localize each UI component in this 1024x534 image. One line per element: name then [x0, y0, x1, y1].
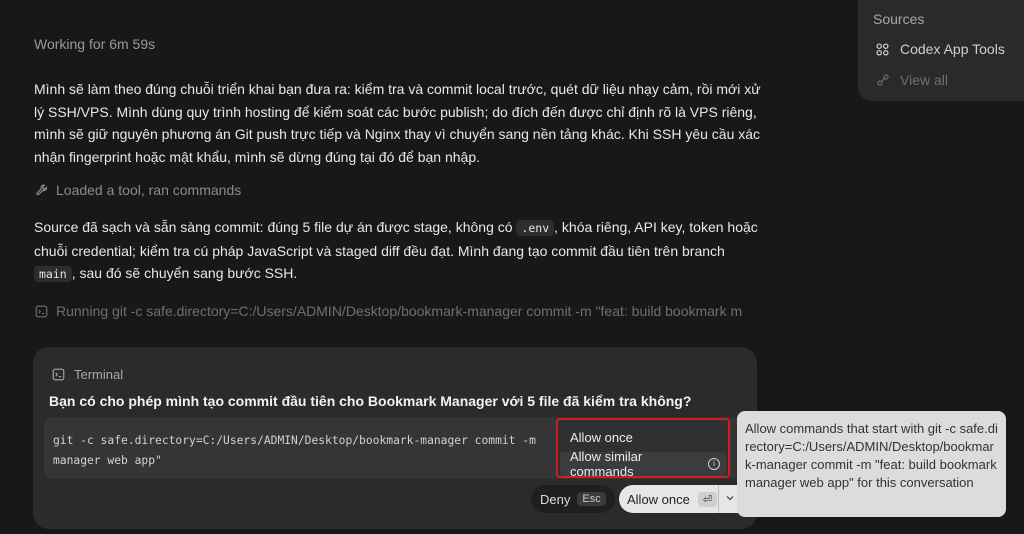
inline-code-branch: main — [34, 266, 72, 282]
menu-item-label: Allow similar commands — [570, 449, 643, 479]
info-icon[interactable]: i — [708, 458, 720, 470]
conversation-view: Working for 6m 59s Mình sẽ làm theo đúng… — [0, 0, 1024, 534]
menu-item-allow-once[interactable]: Allow once — [560, 425, 726, 449]
menu-item-label: Allow once — [570, 429, 633, 445]
allow-once-label: Allow once — [627, 491, 690, 507]
tool-activity-summary[interactable]: Loaded a tool, ran commands — [34, 182, 241, 198]
source-item-label: Codex App Tools — [900, 41, 1005, 57]
sources-title: Sources — [873, 11, 925, 27]
terminal-header: Terminal — [51, 367, 123, 382]
command-text: git -c safe.directory=C:/Users/ADMIN/Des… — [53, 434, 536, 467]
sources-panel: Sources Codex App Tools View all — [858, 0, 1024, 101]
deny-shortcut-key: Esc — [577, 492, 606, 506]
running-command-line[interactable]: Running git -c safe.directory=C:/Users/A… — [34, 303, 754, 319]
working-status: Working for 6m 59s — [34, 36, 156, 52]
assistant-message-2: Source đã sạch và sẵn sàng commit: đúng … — [34, 216, 764, 286]
assistant-message-1: Mình sẽ làm theo đúng chuỗi triển khai b… — [34, 81, 761, 165]
allow-similar-tooltip: Allow commands that start with git -c sa… — [737, 411, 1006, 517]
wrench-icon — [34, 183, 49, 198]
chevron-down-icon — [725, 493, 735, 506]
approval-question: Bạn có cho phép mình tạo commit đầu tiên… — [49, 393, 692, 409]
deny-label: Deny — [540, 491, 571, 507]
link-icon — [875, 73, 890, 88]
sources-view-all[interactable]: View all — [875, 72, 948, 88]
tool-activity-label: Loaded a tool, ran commands — [56, 182, 242, 198]
enter-key-icon: ⏎ — [697, 491, 718, 507]
apps-grid-icon — [875, 42, 890, 57]
menu-item-allow-similar[interactable]: Allow similar commands i — [560, 449, 726, 479]
terminal-icon — [51, 367, 66, 382]
terminal-icon — [34, 304, 49, 319]
source-item-codex-app-tools[interactable]: Codex App Tools — [875, 41, 1005, 57]
allow-options-menu: Allow once Allow similar commands i — [556, 418, 730, 479]
message-text: Source đã sạch và sẵn sàng commit: đúng … — [34, 219, 517, 235]
terminal-header-label: Terminal — [74, 367, 124, 382]
inline-code-env: .env — [516, 220, 555, 236]
deny-button[interactable]: Deny Esc — [531, 485, 615, 513]
view-all-label: View all — [900, 72, 948, 88]
running-command-text: Running git -c safe.directory=C:/Users/A… — [56, 303, 743, 319]
message-text: , sau đó sẽ chuyển sang bước SSH. — [71, 265, 298, 281]
